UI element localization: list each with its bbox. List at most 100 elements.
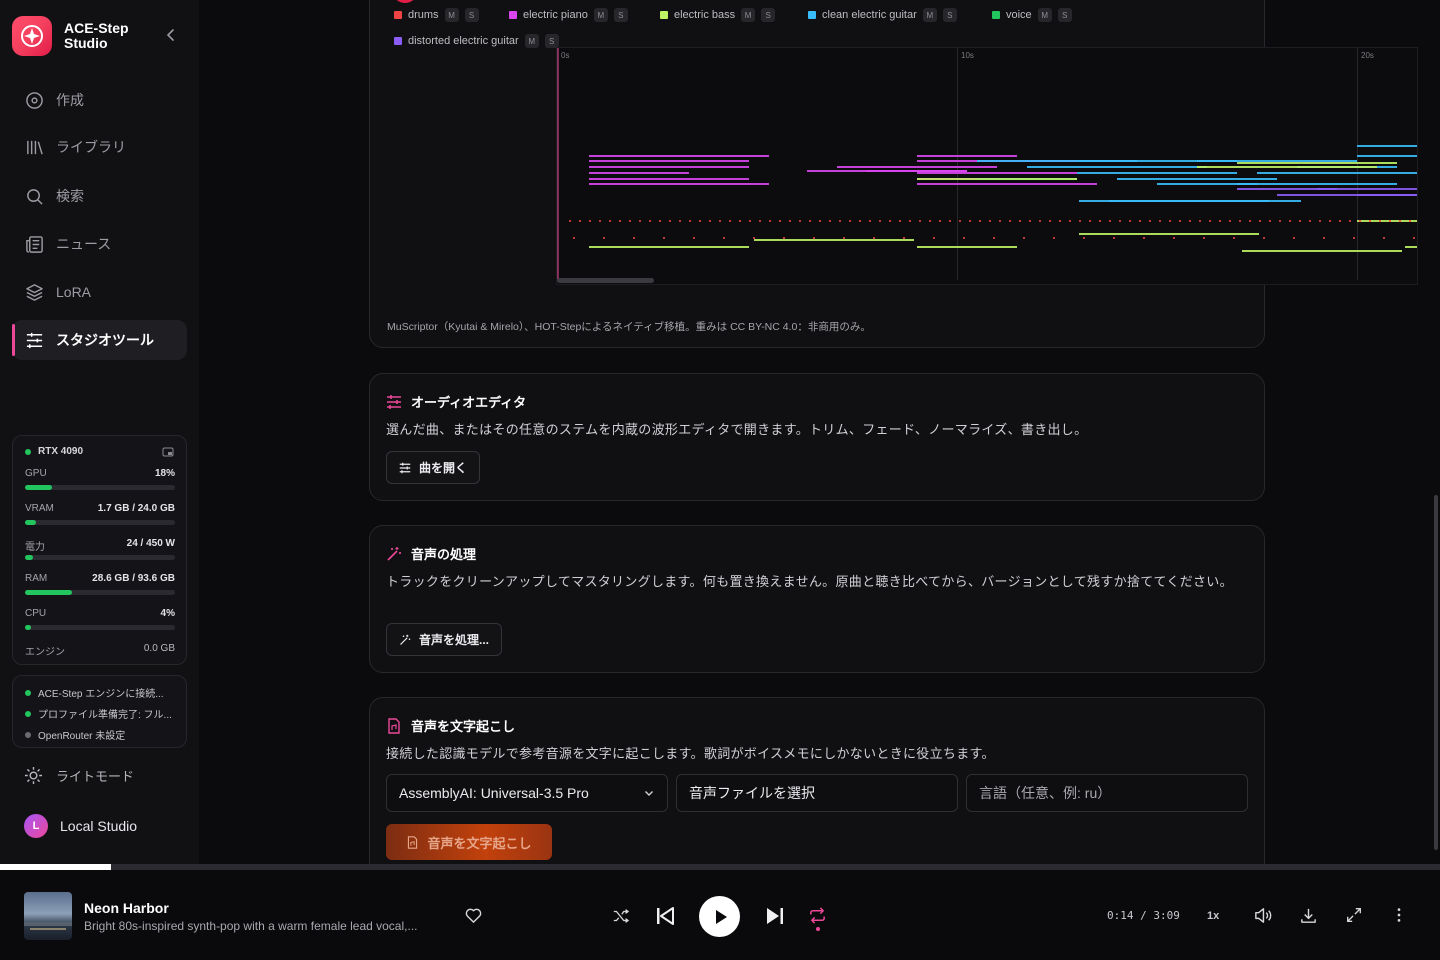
more-options-button[interactable] <box>1390 906 1408 924</box>
mute-button[interactable]: M <box>1037 8 1052 22</box>
solo-button[interactable]: S <box>1057 8 1072 22</box>
stat-value: 28.6 GB / 93.6 GB <box>92 573 175 584</box>
note <box>807 170 967 172</box>
track-name: electric bass <box>674 9 736 21</box>
nav-create[interactable]: 作成 <box>12 80 187 120</box>
nav-label: スタジオツール <box>56 332 154 348</box>
model-credit: MuScriptor（Kyutai & Mirelo）、HOT-Stepによるネ… <box>387 321 871 333</box>
drum-hit <box>1323 237 1325 239</box>
stat-bar-fill <box>25 555 33 560</box>
mute-button[interactable]: M <box>444 8 459 22</box>
play-button[interactable] <box>699 896 740 937</box>
drum-hit <box>889 220 891 222</box>
solo-button[interactable]: S <box>464 8 479 22</box>
minimize-panel-icon[interactable] <box>162 446 174 461</box>
note <box>1357 220 1417 222</box>
piano-roll[interactable]: 0s 10s 20s <box>556 47 1418 285</box>
like-button[interactable] <box>464 906 483 925</box>
note <box>1077 160 1237 162</box>
drum-hit <box>619 220 621 222</box>
status-text: ACE-Step エンジンに接続... <box>38 689 164 700</box>
legend-track: electric piano M S <box>509 8 628 22</box>
mute-button[interactable]: M <box>524 34 539 48</box>
album-cover[interactable] <box>24 892 72 940</box>
layers-icon <box>24 282 44 302</box>
section-desc: 選んだ曲、またはその任意のステムを内蔵の波形エディタで開きます。トリム、フェード… <box>386 422 1088 437</box>
status-dot <box>25 689 31 696</box>
drum-hit <box>1359 220 1361 222</box>
playback-speed-button[interactable]: 1x <box>1207 910 1219 922</box>
audio-file-picker[interactable]: 音声ファイルを選択 <box>676 774 958 812</box>
expand-button[interactable] <box>1345 906 1363 924</box>
drum-hit <box>1169 220 1171 222</box>
mute-button[interactable]: M <box>922 8 937 22</box>
mute-button[interactable]: M <box>741 8 756 22</box>
note <box>589 178 749 180</box>
language-input[interactable]: 言語（任意、例: ru） <box>966 774 1248 812</box>
nav-news[interactable]: ニュース <box>12 224 187 264</box>
newspaper-icon <box>24 234 44 254</box>
note <box>589 172 689 174</box>
track-name: distorted electric guitar <box>408 35 519 47</box>
mute-button[interactable]: M <box>593 8 608 22</box>
nav-studio-tools[interactable]: スタジオツール <box>12 320 187 360</box>
drum-hit <box>1029 220 1031 222</box>
shuffle-button[interactable] <box>612 907 630 925</box>
transcribe-button[interactable]: 音声を文字起こし <box>386 824 552 860</box>
theme-label: ライトモード <box>56 769 135 784</box>
process-audio-button[interactable]: 音声を処理... <box>386 623 503 656</box>
drum-hit <box>873 237 875 239</box>
drum-hit <box>849 220 851 222</box>
drum-hit <box>1229 220 1231 222</box>
solo-button[interactable]: S <box>544 34 559 48</box>
download-button[interactable] <box>1299 906 1318 925</box>
drum-hit <box>1409 220 1411 222</box>
note <box>917 246 1017 248</box>
note <box>917 178 1077 180</box>
scrollbar-thumb[interactable] <box>1434 495 1438 850</box>
note <box>1357 145 1417 147</box>
drum-hit <box>739 220 741 222</box>
theme-toggle[interactable]: ライトモード <box>24 766 134 785</box>
nav-library[interactable]: ライブラリ <box>12 127 187 167</box>
model-select[interactable]: AssemblyAI: Universal-3.5 Pro <box>386 774 668 812</box>
stat-value: 1.7 GB / 24.0 GB <box>97 503 175 514</box>
drum-hit <box>909 220 911 222</box>
stat-bar-fill <box>25 625 31 630</box>
drum-hit <box>989 220 991 222</box>
file-audio-icon <box>388 717 400 734</box>
previous-button[interactable] <box>654 905 676 927</box>
nav-lora[interactable]: LoRA <box>12 272 187 312</box>
user-menu[interactable]: L Local Studio <box>24 814 137 838</box>
chevron-down-icon <box>645 791 653 796</box>
button-label: 音声を処理... <box>419 633 490 647</box>
magic-wand-icon <box>400 634 411 645</box>
collapse-sidebar-icon[interactable] <box>162 26 180 44</box>
note <box>917 155 1017 157</box>
drum-hit <box>669 220 671 222</box>
download-icon <box>1301 908 1316 923</box>
drum-hit <box>679 220 681 222</box>
repeat-button[interactable] <box>808 906 827 931</box>
app-logo[interactable] <box>12 16 52 56</box>
sliders-icon <box>24 330 44 350</box>
drum-hit <box>1203 237 1205 239</box>
model-select-value: AssemblyAI: Universal-3.5 Pro <box>399 785 589 801</box>
solo-button[interactable]: S <box>761 8 776 22</box>
legend-track: voice M S <box>992 8 1072 22</box>
drum-hit <box>719 220 721 222</box>
solo-button[interactable]: S <box>942 8 957 22</box>
drum-hit <box>1219 220 1221 222</box>
open-track-button[interactable]: 曲を開く <box>386 451 481 484</box>
note <box>1257 172 1417 174</box>
solo-button[interactable]: S <box>613 8 628 22</box>
drum-hit <box>1143 237 1145 239</box>
next-button[interactable] <box>764 905 786 927</box>
drum-hit <box>899 220 901 222</box>
nav-label: 作成 <box>56 92 84 108</box>
transcription-midi-card: drums M Selectric piano M Selectric bass M Scl… <box>369 0 1418 348</box>
track-title[interactable]: Neon Harbor <box>84 900 169 916</box>
volume-button[interactable] <box>1253 906 1272 925</box>
nav-search[interactable]: 検索 <box>12 176 187 216</box>
note <box>1141 200 1301 202</box>
